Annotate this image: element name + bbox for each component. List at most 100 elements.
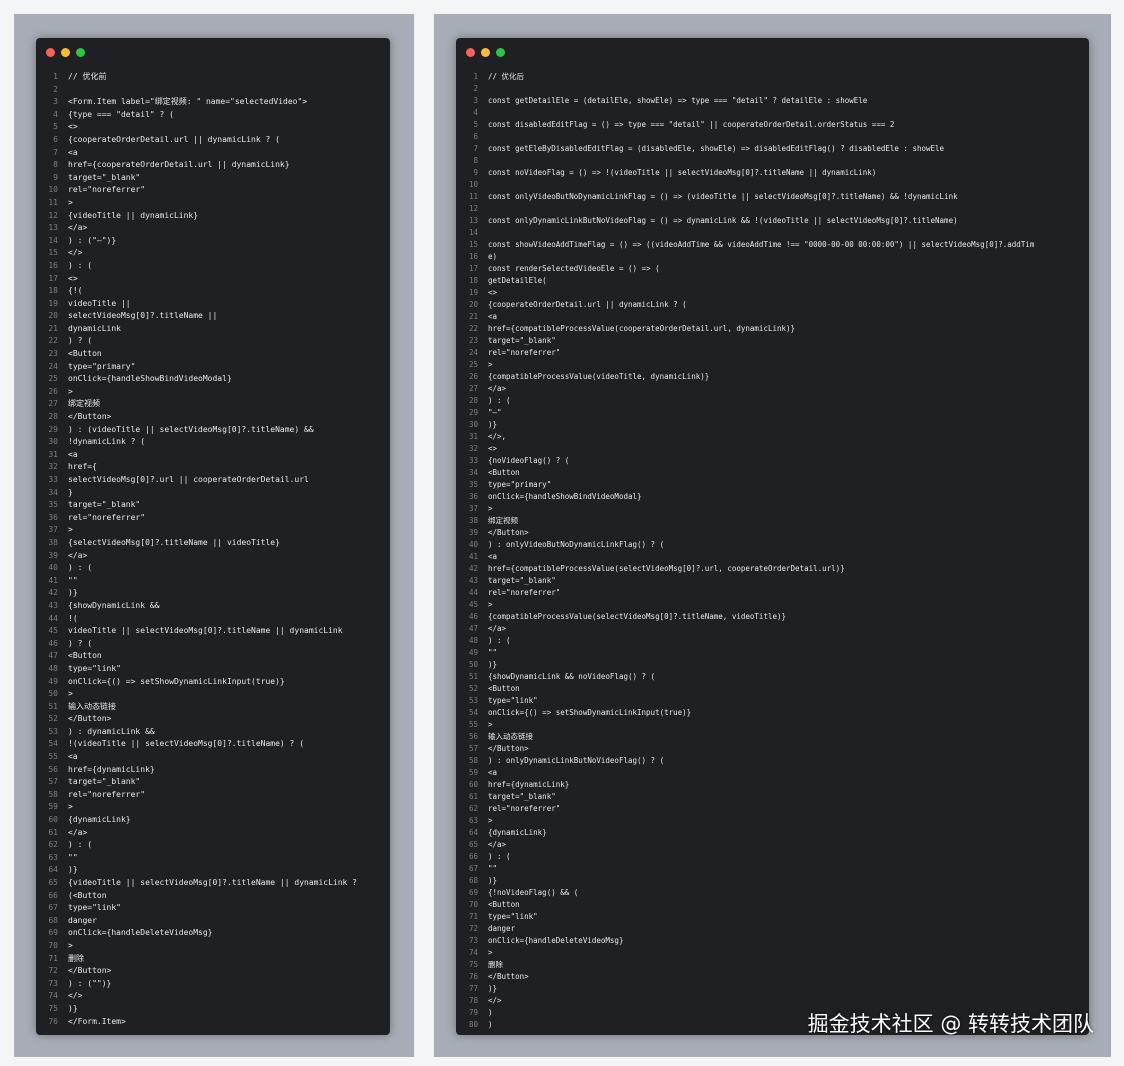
- code-line: 20 selectVideoMsg[0]?.titleName ||: [36, 310, 390, 323]
- code-text: type="link": [488, 696, 538, 705]
- code-line: 11 >: [36, 197, 390, 210]
- code-line: 25 >: [456, 359, 1089, 371]
- code-line: 7 <a: [36, 147, 390, 160]
- code-text: <a: [488, 768, 498, 777]
- code-text: {selectVideoMsg[0]?.titleName || videoTi…: [68, 537, 280, 547]
- code-line: 62 rel="noreferrer": [456, 803, 1089, 815]
- code-line: 3 <Form.Item label="绑定视频: " name="selecte…: [36, 96, 390, 109]
- code-text: <>: [68, 273, 78, 283]
- code-text: <a: [68, 147, 78, 157]
- line-number: 34: [48, 487, 58, 497]
- code-text: </Button>: [488, 528, 529, 537]
- code-line: 39 </a>: [36, 550, 390, 563]
- line-number: 12: [468, 204, 478, 213]
- code-line: 8 href={cooperateOrderDetail.url || dynam…: [36, 159, 390, 172]
- code-text: <a: [68, 752, 78, 762]
- code-text: ) : (: [68, 260, 93, 270]
- code-line: 12: [456, 203, 1089, 215]
- code-text: ) : (: [488, 636, 511, 645]
- code-text: rel="noreferrer": [68, 185, 146, 195]
- code-line: 73) : ("")}: [36, 978, 390, 991]
- maximize-dot-icon: [496, 48, 505, 57]
- line-number: 36: [468, 492, 478, 501]
- line-number: 3: [473, 96, 478, 105]
- line-number: 65: [48, 878, 58, 887]
- line-number: 60: [48, 815, 58, 825]
- line-number: 56: [468, 732, 478, 741]
- code-line: 35 target="_blank": [36, 499, 390, 512]
- line-number: 44: [468, 588, 478, 597]
- code-text: onClick={handleDeleteVideoMsg}: [488, 936, 624, 945]
- code-line: 59 <a: [456, 767, 1089, 779]
- code-line: 75 删除: [456, 959, 1089, 971]
- code-text: type="primary": [488, 480, 552, 489]
- code-line: 9 const noVideoFlag = () => !(videoTitle …: [456, 167, 1089, 179]
- line-number: 47: [468, 624, 478, 633]
- code-line: 47 <Button: [36, 650, 390, 663]
- line-number: 66: [48, 890, 58, 900]
- code-line: 71 删除: [36, 953, 390, 966]
- code-line: 38 {selectVideoMsg[0]?.titleName || video…: [36, 537, 390, 550]
- line-number: 78: [468, 996, 478, 1005]
- line-number: 49: [48, 676, 58, 686]
- code-line: 44 rel="noreferrer": [456, 587, 1089, 599]
- line-number: 74: [468, 948, 478, 957]
- code-text: </a>: [68, 223, 88, 233]
- line-number: 30: [468, 420, 478, 429]
- maximize-dot-icon: [76, 48, 85, 57]
- line-number: 22: [468, 324, 478, 333]
- code-text: dynamicLink: [68, 323, 121, 333]
- code-text: type="primary": [68, 361, 136, 371]
- line-number: 68: [468, 876, 478, 885]
- code-line: 57 target="_blank": [36, 776, 390, 789]
- code-text: {dynamicLink}: [488, 828, 547, 837]
- code-line: 40) : (: [36, 562, 390, 575]
- code-line: 77)}: [456, 983, 1089, 995]
- line-number: 54: [468, 708, 478, 717]
- line-number: 76: [468, 972, 478, 981]
- code-line: 61 target="_blank": [456, 791, 1089, 803]
- line-number: 67: [468, 864, 478, 873]
- code-line: 32 href={: [36, 461, 390, 474]
- code-text: </a>: [488, 384, 507, 393]
- code-line: 4: [456, 107, 1089, 119]
- line-number: 48: [48, 663, 58, 673]
- line-number: 10: [468, 180, 478, 189]
- close-dot-icon: [46, 48, 55, 57]
- code-line: 13 </a>: [36, 222, 390, 235]
- code-line: 1 // 优化后: [456, 71, 1089, 83]
- code-line: 52 <Button: [456, 683, 1089, 695]
- code-line: 56 href={dynamicLink}: [36, 764, 390, 777]
- code-text: const onlyDynamicLinkButNoVideoFlag = ()…: [488, 216, 958, 225]
- code-line: 5 const disabledEditFlag = () => type ===…: [456, 119, 1089, 131]
- line-number: 19: [48, 298, 58, 308]
- code-text: !(: [68, 613, 78, 623]
- code-text: target="_blank": [68, 777, 141, 787]
- code-text: "": [488, 648, 498, 657]
- line-number: 55: [468, 720, 478, 729]
- line-number: 60: [468, 780, 478, 789]
- code-text: 绑定视频: [68, 399, 100, 409]
- line-number: 32: [468, 444, 478, 453]
- code-line: 75)}: [36, 1003, 390, 1016]
- code-text: onClick={handleShowBindVideoModal}: [68, 374, 232, 384]
- line-number: 35: [468, 480, 478, 489]
- code-text: type="link": [68, 903, 121, 913]
- code-line: 48) : (: [456, 635, 1089, 647]
- line-number: 44: [48, 613, 58, 623]
- code-text: const noVideoFlag = () => !(videoTitle |…: [488, 168, 877, 177]
- code-text: ) : ("")}: [68, 978, 112, 988]
- code-line: 38 绑定视频: [456, 515, 1089, 527]
- code-text: target="_blank": [68, 500, 141, 510]
- code-line: 21 dynamicLink: [36, 323, 390, 336]
- code-line: 78 </>: [456, 995, 1089, 1007]
- line-number: 33: [48, 475, 58, 484]
- line-number: 37: [468, 504, 478, 513]
- code-text: href={cooperateOrderDetail.url || dynami…: [68, 160, 290, 170]
- minimize-dot-icon: [481, 48, 490, 57]
- line-number: 43: [48, 600, 58, 610]
- code-line: 72 danger: [456, 923, 1089, 935]
- line-number: 19: [468, 288, 478, 297]
- code-line: 54 onClick={() => setShowDynamicLinkInput…: [456, 707, 1089, 719]
- code-line: 16 e): [456, 251, 1089, 263]
